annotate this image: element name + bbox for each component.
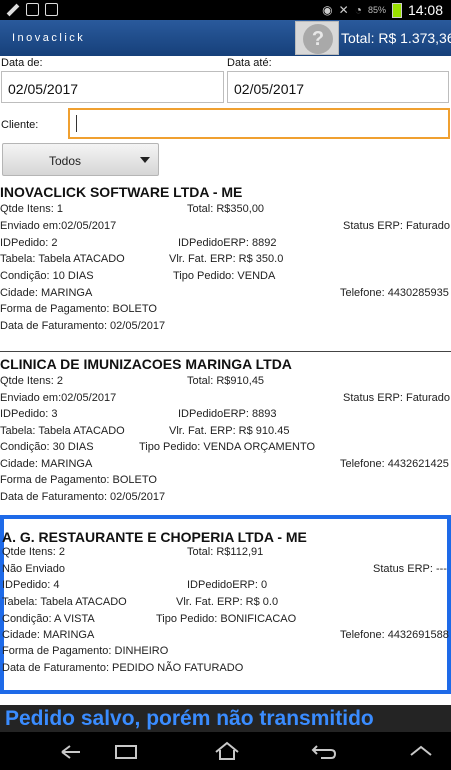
order-payment: Forma de Pagamento: BOLETO [0, 303, 157, 315]
order-erp-id: IDPedidoERP: 0 [187, 579, 268, 591]
dropdown-arrow-icon [140, 157, 150, 163]
order-id: IDPedido: 4 [2, 579, 60, 591]
order-type: Tipo Pedido: VENDA [173, 270, 276, 282]
date-from-label: Data de: [1, 57, 43, 69]
toast-message: Pedido salvo, porém não transmitido [0, 705, 451, 732]
order-phone: Telefone: 4432621425 [340, 458, 449, 470]
order-erp-value: Vlr. Fat. ERP: R$ 910.45 [169, 425, 290, 437]
order-condition: Condição: 30 DIAS [0, 441, 94, 453]
order-phone: Telefone: 4430285935 [340, 287, 449, 299]
order-erp-id: IDPedidoERP: 8893 [178, 408, 277, 420]
wrench-icon [6, 3, 20, 17]
order-billing-date: Data de Faturamento: PEDIDO NÃO FATURADO [2, 662, 244, 674]
toast-text: Pedido salvo, porém não transmitido [5, 707, 374, 730]
order-sent: Enviado em:02/05/2017 [0, 220, 117, 232]
divider [0, 351, 451, 352]
order-billing-date: Data de Faturamento: 02/05/2017 [0, 320, 166, 332]
wifi-icon: ◔ [354, 3, 362, 17]
date-to-label: Data até: [227, 57, 272, 69]
return-icon[interactable] [311, 742, 337, 760]
client-label: Cliente: [1, 119, 39, 131]
navigation-bar [0, 732, 451, 770]
date-from-field[interactable]: 02/05/2017 [1, 71, 224, 103]
action-bar: Inovaclick ? Total: R$ 1.373,36 [0, 20, 451, 56]
order-sent: Enviado em:02/05/2017 [0, 392, 117, 404]
order-items: Qtde Itens: 1 [0, 203, 63, 215]
menu-up-icon[interactable] [408, 744, 434, 758]
system-icons: ◉ ✕ ◔ 85% 14:08 [322, 2, 443, 18]
total-amount: Total: R$ 1.373,36 [341, 30, 451, 46]
order-city: Cidade: MARINGA [0, 287, 93, 299]
order-client: INOVACLICK SOFTWARE LTDA - ME [0, 184, 243, 200]
order-erp-value: Vlr. Fat. ERP: R$ 350.0 [169, 253, 284, 265]
order-table: Tabela: Tabela ATACADO [2, 596, 127, 608]
order-erp-status: Status ERP: Faturado [343, 220, 450, 232]
client-input[interactable] [68, 108, 450, 139]
order-items: Qtde Itens: 2 [0, 375, 63, 387]
home-icon[interactable] [213, 741, 241, 761]
order-payment: Forma de Pagamento: DINHEIRO [2, 645, 169, 657]
status-filter-dropdown[interactable]: Todos [2, 143, 159, 176]
order-total: Total: R$350,00 [187, 203, 265, 215]
status-filter-value: Todos [49, 154, 82, 168]
notification-icons [6, 3, 58, 17]
battery-icon [391, 2, 402, 18]
order-total: Total: R$112,91 [187, 546, 264, 558]
order-type: Tipo Pedido: BONIFICACAO [156, 613, 297, 625]
order-billing-date: Data de Faturamento: 02/05/2017 [0, 491, 166, 503]
order-table: Tabela: Tabela ATACADO [0, 253, 125, 265]
order-condition: Condição: 10 DIAS [0, 270, 94, 282]
order-total: Total: R$910,45 [187, 375, 265, 387]
order-erp-status: Status ERP: --- [373, 563, 447, 575]
clock: 14:08 [407, 2, 443, 18]
status-bar: ◉ ✕ ◔ 85% 14:08 [0, 0, 451, 20]
text-cursor [76, 115, 77, 132]
image-icon [26, 3, 39, 16]
order-condition: Condição: A VISTA [2, 613, 95, 625]
order-items: Qtde Itens: 2 [2, 546, 65, 558]
order-id: IDPedido: 2 [0, 237, 58, 249]
order-city: Cidade: MARINGA [0, 458, 93, 470]
order-phone: Telefone: 4432691588 [340, 629, 449, 641]
order-table: Tabela: Tabela ATACADO [0, 425, 125, 437]
battery-percent: 85% [367, 5, 386, 15]
app-title: Inovaclick [12, 32, 86, 44]
order-erp-value: Vlr. Fat. ERP: R$ 0.0 [176, 596, 279, 608]
order-sent: Não Enviado [2, 563, 65, 575]
order-city: Cidade: MARINGA [2, 629, 95, 641]
recents-icon[interactable] [113, 743, 139, 761]
help-button[interactable]: ? [295, 21, 339, 55]
order-erp-status: Status ERP: Faturado [343, 392, 450, 404]
help-icon: ? [303, 24, 333, 54]
back-icon[interactable] [60, 744, 82, 760]
order-payment: Forma de Pagamento: BOLETO [0, 474, 157, 486]
order-erp-id: IDPedidoERP: 8892 [178, 237, 277, 249]
date-to-field[interactable]: 02/05/2017 [227, 71, 449, 103]
eye-icon: ◉ [322, 3, 333, 17]
order-client: CLINICA DE IMUNIZACOES MARINGA LTDA [0, 356, 292, 372]
order-id: IDPedido: 3 [0, 408, 58, 420]
briefcase-icon [45, 3, 58, 16]
order-type: Tipo Pedido: VENDA ORÇAMENTO [139, 441, 316, 453]
order-client: A. G. RESTAURANTE E CHOPERIA LTDA - ME [2, 529, 307, 545]
mute-icon: ✕ [338, 3, 349, 17]
